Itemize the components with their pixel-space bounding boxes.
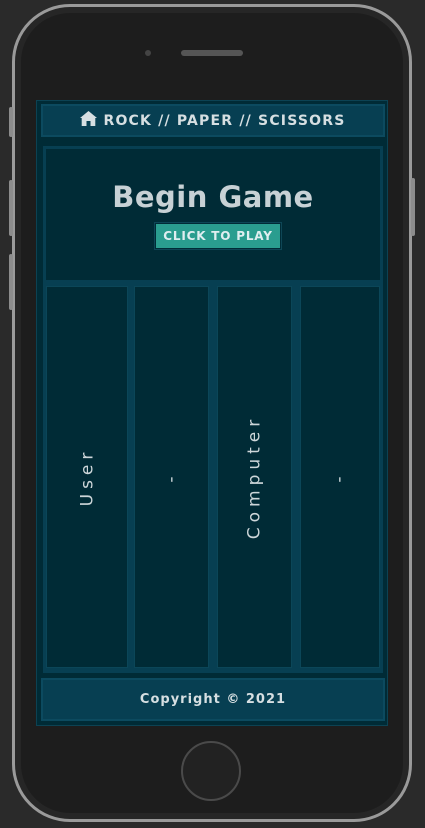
computer-label-column: Computer <box>217 286 292 668</box>
scoreboard: User - Computer - <box>43 283 383 673</box>
user-label: User <box>77 447 97 507</box>
footer: Copyright © 2021 <box>41 678 385 721</box>
click-to-play-button[interactable]: CLICK TO PLAY <box>156 224 280 248</box>
user-score-column: - <box>134 286 209 668</box>
computer-label: Computer <box>244 414 265 540</box>
copyright-text: Copyright © 2021 <box>139 692 287 707</box>
phone-silent-switch <box>9 107 13 137</box>
phone-volume-down-button <box>9 254 13 310</box>
phone-speaker <box>181 50 243 56</box>
nav-bar[interactable]: ROCK // PAPER // SCISSORS <box>41 104 385 137</box>
computer-score: - <box>329 471 350 483</box>
user-score: - <box>161 471 182 483</box>
phone-home-button <box>181 741 241 801</box>
home-icon[interactable] <box>80 111 103 130</box>
phone-camera <box>145 50 151 56</box>
page: ROCK // PAPER // SCISSORS Begin Game CLI… <box>0 0 425 828</box>
play-button-wrapper: CLICK TO PLAY <box>154 222 282 250</box>
phone-power-button <box>411 178 415 236</box>
computer-score-column: - <box>300 286 380 668</box>
phone-volume-up-button <box>9 180 13 236</box>
app-screen: ROCK // PAPER // SCISSORS Begin Game CLI… <box>36 100 388 726</box>
nav-title[interactable]: ROCK // PAPER // SCISSORS <box>103 113 345 129</box>
begin-game-title: Begin Game <box>112 180 314 214</box>
begin-game-panel: Begin Game CLICK TO PLAY <box>43 146 383 283</box>
user-label-column: User <box>46 286 128 668</box>
